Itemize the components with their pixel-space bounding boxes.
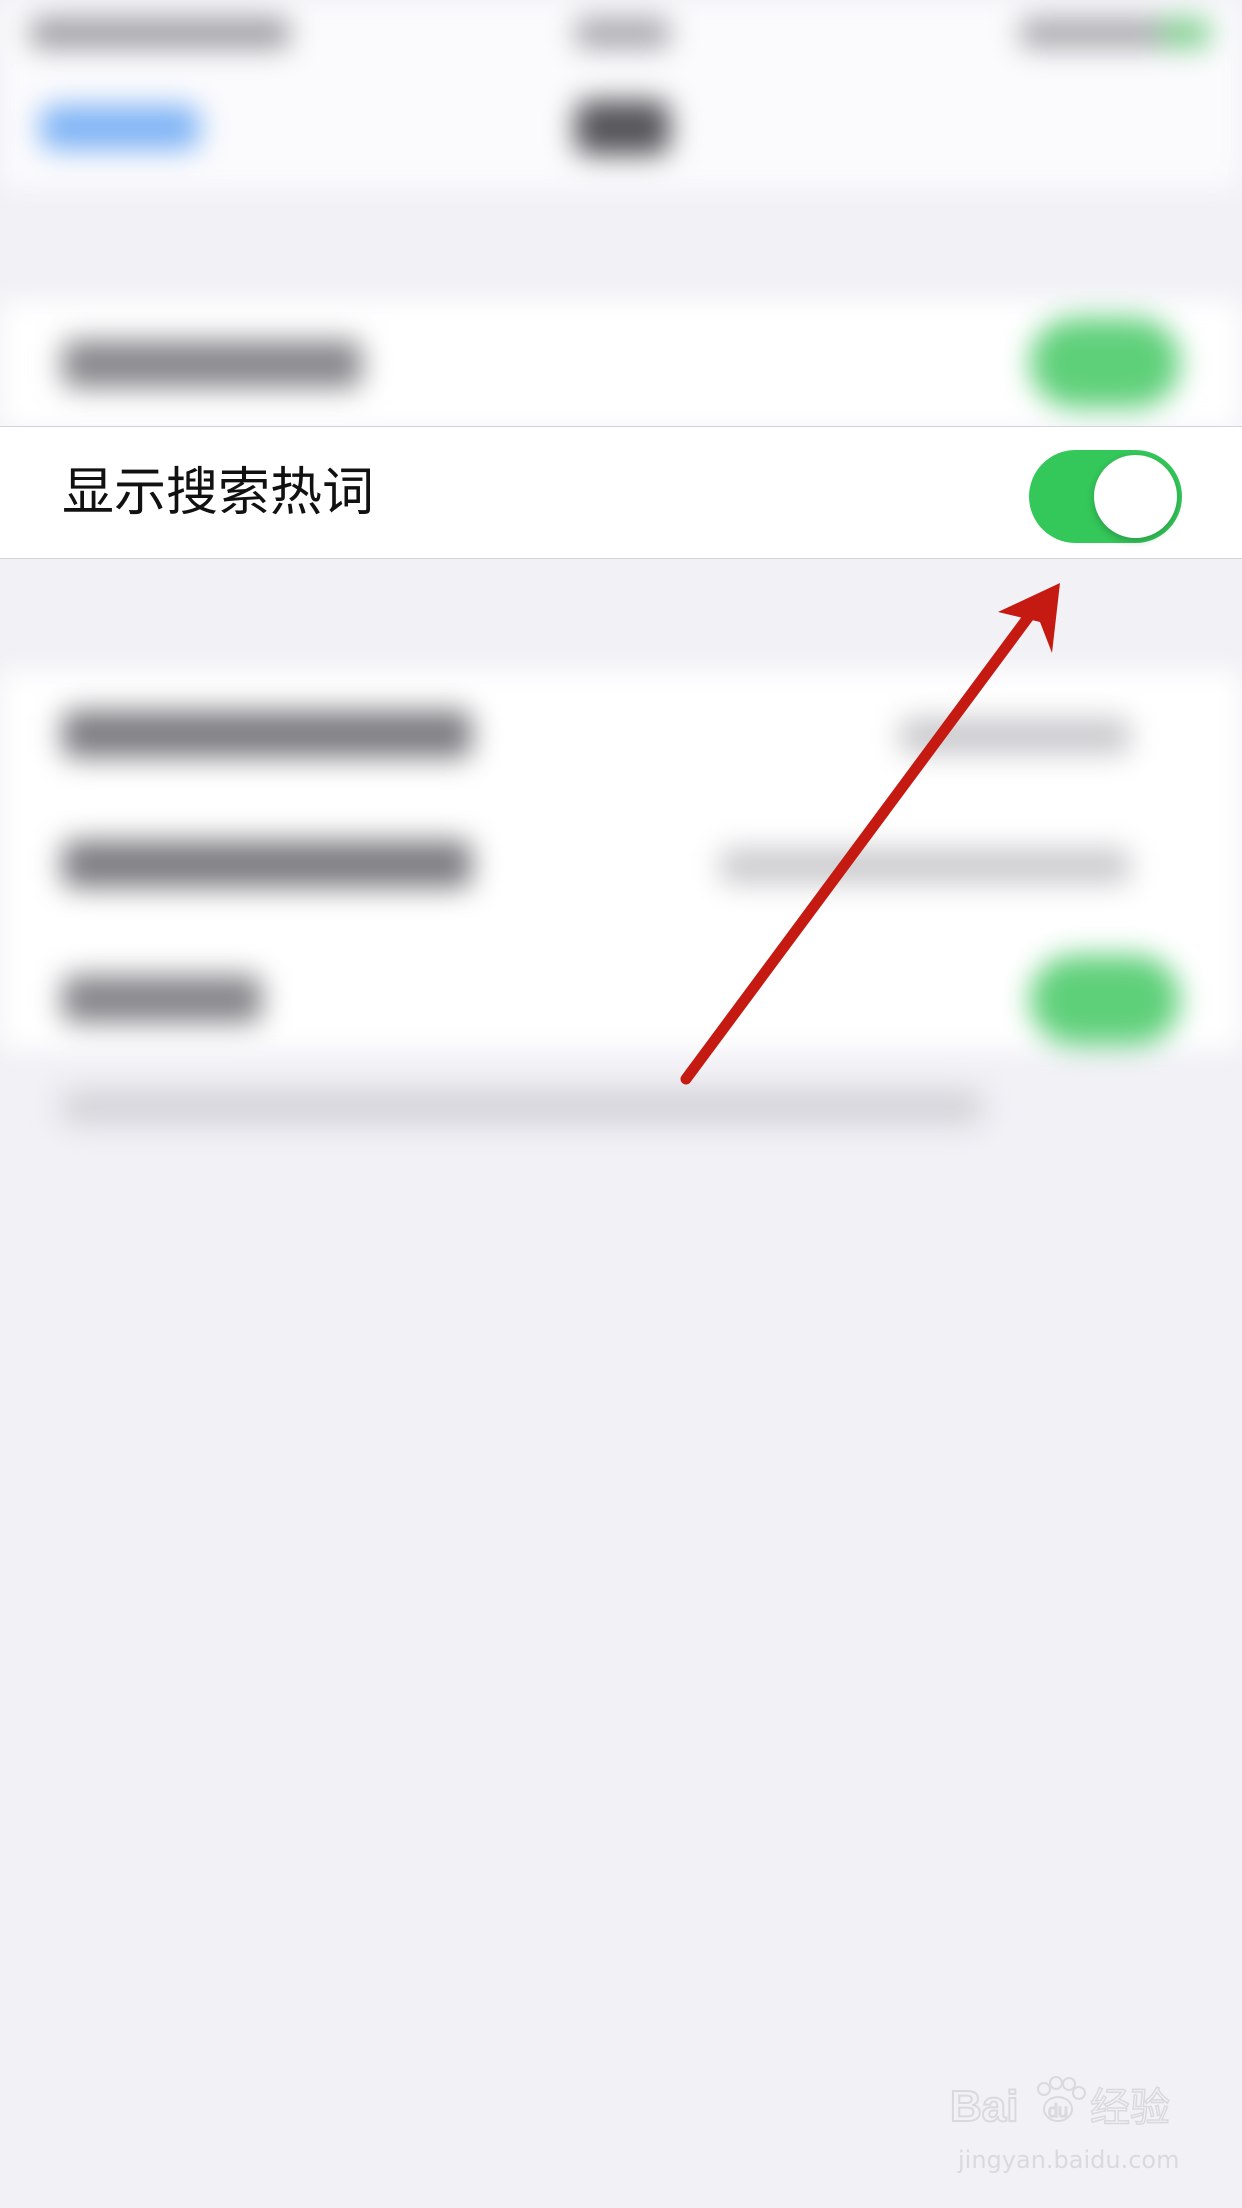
setting-value-blurred (720, 848, 1130, 884)
page-title (575, 100, 670, 155)
svg-text:du: du (1048, 2101, 1068, 2121)
status-bar-time (30, 18, 290, 48)
baidu-logo-icon: Bai du 经验 (950, 2076, 1171, 2132)
setting-label-blurred (62, 710, 472, 758)
setting-value-blurred (900, 718, 1130, 754)
watermark-url: jingyan.baidu.com (958, 2146, 1180, 2174)
show-search-hot-words-label: 显示搜索热词 (62, 463, 375, 523)
toggle-knob[interactable] (1094, 455, 1177, 538)
setting-toggle-blurred[interactable] (1030, 318, 1180, 408)
back-button[interactable] (40, 105, 200, 150)
settings-screen: 显示搜索热词 Bai du 经验 jingyan.baidu.com (0, 0, 1242, 2208)
show-search-hot-words-toggle[interactable] (1029, 450, 1182, 543)
show-search-hot-words-row[interactable]: 显示搜索热词 (0, 426, 1242, 559)
blurred-background (0, 0, 1242, 2208)
baidu-jingyan-watermark: Bai du 经验 jingyan.baidu.com (950, 2075, 1190, 2185)
status-bar-center (575, 18, 670, 48)
battery-icon (1160, 18, 1210, 48)
settings-footer-note (62, 1090, 982, 1124)
svg-text:经验: 经验 (1090, 2085, 1170, 2131)
setting-label-blurred (62, 840, 472, 888)
svg-text:Bai: Bai (950, 2082, 1018, 2131)
setting-toggle-blurred[interactable] (1030, 955, 1180, 1045)
setting-label-blurred (62, 975, 262, 1023)
setting-label-blurred (62, 340, 362, 388)
